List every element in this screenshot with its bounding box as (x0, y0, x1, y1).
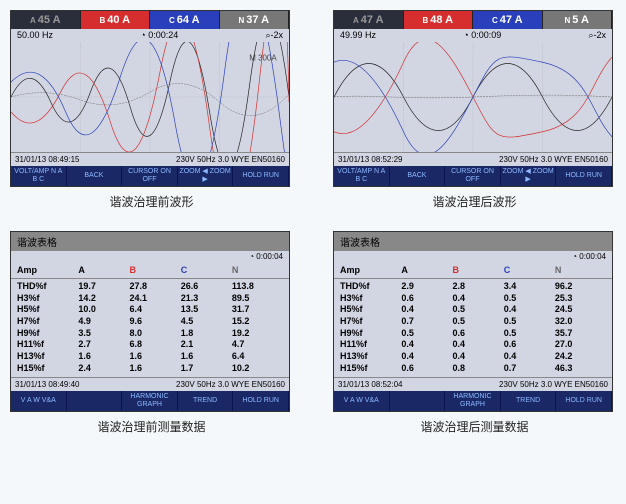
freq-label: 50.00 Hz (17, 30, 53, 41)
val-a: 45 A (38, 14, 61, 26)
table-row: H15%f2.41.61.710.2 (17, 363, 283, 375)
softkey-volt-amp[interactable]: VOLT/AMP N A B C (11, 166, 67, 186)
softkey-hold-run[interactable]: HOLD RUN (233, 391, 289, 411)
softkey-back[interactable]: BACK (390, 166, 446, 186)
info-label: 230V 50Hz 3.0 WYE EN50160 (176, 155, 285, 164)
table-row: H7%f0.70.50.532.0 (340, 316, 606, 328)
softkey-hold-run[interactable]: HOLD RUN (233, 166, 289, 186)
val-n: 37 A (246, 14, 269, 26)
softkey-back[interactable]: BACK (67, 166, 123, 186)
softkey-hold-run[interactable]: HOLD RUN (556, 391, 612, 411)
table-row: H13%f1.61.61.66.4 (17, 351, 283, 363)
softkey-volt-amp[interactable]: VOLT/AMP N A B C (334, 166, 390, 186)
softkey-trend[interactable]: TREND (501, 391, 557, 411)
table-body-after: THD%f2.92.83.496.2H3%f0.60.40.525.3H5%f0… (334, 279, 612, 377)
val-b: 40 A (107, 14, 130, 26)
table-row: H11%f0.40.40.627.0 (340, 339, 606, 351)
softkey-vaw[interactable]: V A W V&A (334, 391, 390, 411)
table-row: THD%f19.727.826.6113.8 (17, 281, 283, 293)
table-row: H13%f0.40.40.424.2 (340, 351, 606, 363)
table-row: H3%f14.224.121.389.5 (17, 293, 283, 305)
softkey-zoom[interactable]: ZOOM ◀ ZOOM ▶ (501, 166, 557, 186)
table-row: H3%f0.60.40.525.3 (340, 293, 606, 305)
channel-header: A45 A B40 A C64 A N37 A (11, 11, 289, 29)
clock-icon: ◔ 0:00:09 (463, 30, 501, 41)
table-row: H7%f4.99.64.515.2 (17, 316, 283, 328)
table-row: H5%f10.06.413.531.7 (17, 304, 283, 316)
table-row: H5%f0.40.50.424.5 (340, 304, 606, 316)
caption-wave-before: 谐波治理前波形 (10, 187, 293, 216)
table-row: H11%f2.76.82.14.7 (17, 339, 283, 351)
val-c: 64 A (177, 14, 200, 26)
waveform-chart (334, 42, 612, 152)
caption-data-before: 谐波治理前测量数据 (10, 412, 293, 441)
waveform-panel-after: A47 A B48 A C47 A N5 A 49.99 Hz ◔ 0:00:0… (333, 10, 613, 187)
softkey-cursor[interactable]: CURSOR ON OFF (122, 166, 178, 186)
softkey-blank[interactable] (67, 391, 123, 411)
clock-icon: ◔ 0:00:24 (140, 30, 178, 41)
softkey-vaw[interactable]: V A W V&A (11, 391, 67, 411)
table-row: H9%f3.58.01.819.2 (17, 328, 283, 340)
harmonic-table-after: 谐波表格 ◔ 0:00:04 Amp A B C N THD%f2.92.83.… (333, 231, 613, 412)
softkey-zoom[interactable]: ZOOM ◀ ZOOM ▶ (178, 166, 234, 186)
softkey-harmonic-graph[interactable]: HARMONIC GRAPH (122, 391, 178, 411)
table-row: H15%f0.60.80.746.3 (340, 363, 606, 375)
softkey-blank[interactable] (390, 391, 446, 411)
zoom-label: ⌕-2x (265, 30, 283, 41)
waveform-chart: M 300A (11, 42, 289, 152)
caption-wave-after: 谐波治理后波形 (333, 187, 616, 216)
softkey-trend[interactable]: TREND (178, 391, 234, 411)
waveform-panel-before: A45 A B40 A C64 A N37 A 50.00 Hz ◔ 0:00:… (10, 10, 290, 187)
table-body-before: THD%f19.727.826.6113.8H3%f14.224.121.389… (11, 279, 289, 377)
softkey-hold-run[interactable]: HOLD RUN (556, 166, 612, 186)
caption-data-after: 谐波治理后测量数据 (333, 412, 616, 441)
table-title: 谐波表格 (11, 232, 289, 251)
table-row: THD%f2.92.83.496.2 (340, 281, 606, 293)
harmonic-table-before: 谐波表格 ◔ 0:00:04 Amp A B C N THD%f19.727.8… (10, 231, 290, 412)
softkey-menu: VOLT/AMP N A B C BACK CURSOR ON OFF ZOOM… (11, 166, 289, 186)
date-label: 31/01/13 08:49:15 (15, 155, 80, 164)
softkey-cursor[interactable]: CURSOR ON OFF (445, 166, 501, 186)
table-row: H9%f0.50.60.535.7 (340, 328, 606, 340)
softkey-harmonic-graph[interactable]: HARMONIC GRAPH (445, 391, 501, 411)
